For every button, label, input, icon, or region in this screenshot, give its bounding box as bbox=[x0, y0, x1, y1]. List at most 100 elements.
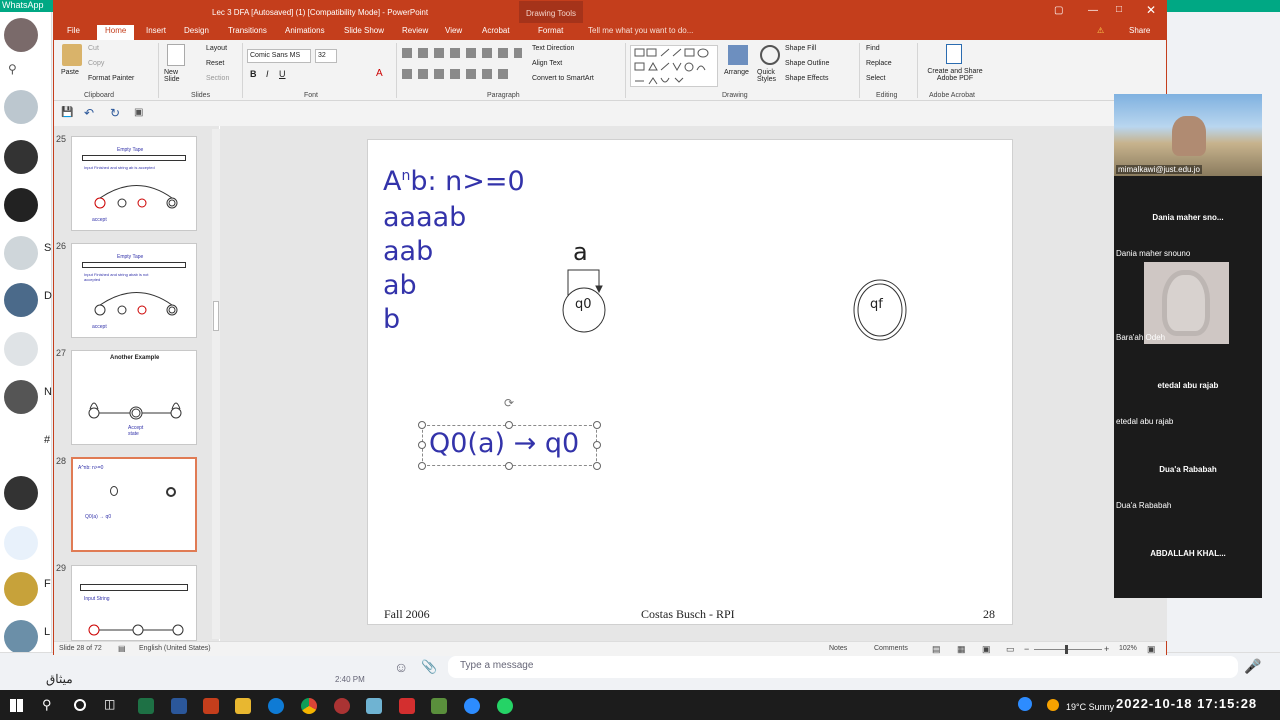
slide-thumbnail[interactable]: Empty Tape Input Finished and string aba… bbox=[71, 243, 197, 338]
slide[interactable]: Anb: n>=0 aaaab aab ab b a q0 qf ⟳ Q0(a)… bbox=[367, 139, 1013, 625]
app-icon[interactable] bbox=[334, 698, 350, 714]
zoom-icon[interactable] bbox=[464, 698, 480, 714]
share-button[interactable]: Share bbox=[1129, 26, 1150, 35]
resize-handle[interactable] bbox=[593, 421, 601, 429]
reading-view-icon[interactable]: ▣ bbox=[982, 644, 991, 655]
close-icon[interactable]: ✕ bbox=[1146, 3, 1156, 17]
shape-outline-button[interactable]: Shape Outline bbox=[785, 60, 829, 67]
copy-button[interactable]: Copy bbox=[88, 60, 104, 67]
slide-thumbnail-selected[interactable]: A^nb: n>=0 Q0(a) → q0 bbox=[71, 457, 197, 552]
tab-animations[interactable]: Animations bbox=[285, 26, 325, 35]
tab-format[interactable]: Format bbox=[538, 26, 563, 35]
scroll-thumb[interactable] bbox=[213, 301, 219, 331]
chat-avatar[interactable] bbox=[4, 620, 38, 654]
tab-design[interactable]: Design bbox=[184, 26, 209, 35]
thumbnail-scrollbar[interactable] bbox=[212, 129, 220, 639]
participant-photo[interactable] bbox=[1144, 262, 1229, 344]
app-icon[interactable] bbox=[366, 698, 382, 714]
paste-icon[interactable] bbox=[62, 44, 82, 66]
new-slide-button[interactable]: New Slide bbox=[164, 69, 192, 83]
whatsapp-icon[interactable] bbox=[497, 698, 513, 714]
pdf-icon[interactable] bbox=[946, 44, 962, 64]
tab-file[interactable]: File bbox=[67, 26, 80, 35]
chat-avatar[interactable] bbox=[4, 188, 38, 222]
powerpoint-icon[interactable] bbox=[203, 698, 219, 714]
underline-icon[interactable]: U bbox=[279, 69, 286, 79]
select-button[interactable]: Select bbox=[866, 75, 885, 82]
cortana-icon[interactable] bbox=[74, 699, 86, 711]
resize-handle[interactable] bbox=[505, 462, 513, 470]
bold-icon[interactable]: B bbox=[250, 69, 257, 79]
tab-insert[interactable]: Insert bbox=[146, 26, 166, 35]
find-button[interactable]: Find bbox=[866, 45, 880, 52]
zoom-slider[interactable] bbox=[1034, 649, 1102, 650]
maximize-icon[interactable]: □ bbox=[1116, 4, 1122, 15]
restore-ribbon-icon[interactable]: ▢ bbox=[1054, 5, 1063, 16]
slide-thumbnail[interactable]: Another Example Accept state bbox=[71, 350, 197, 445]
emoji-icon[interactable]: ☺ bbox=[394, 659, 408, 675]
resize-handle[interactable] bbox=[593, 462, 601, 470]
chat-avatar[interactable] bbox=[4, 140, 38, 174]
slide-thumbnails-pane[interactable]: 25 Empty Tape Input Finished and string … bbox=[54, 126, 219, 641]
acrobat-icon[interactable] bbox=[399, 698, 415, 714]
italic-icon[interactable]: I bbox=[266, 69, 269, 79]
spellcheck-icon[interactable]: ▤ bbox=[118, 644, 126, 653]
align-text-button[interactable]: Align Text bbox=[532, 60, 562, 67]
zoom-level[interactable]: 102% bbox=[1119, 645, 1137, 652]
paste-button[interactable]: Paste bbox=[61, 69, 79, 76]
layout-button[interactable]: Layout bbox=[206, 45, 227, 52]
chat-avatar[interactable] bbox=[4, 283, 38, 317]
font-color-icon[interactable]: A bbox=[376, 68, 383, 79]
shapes-gallery[interactable] bbox=[630, 45, 718, 87]
tab-view[interactable]: View bbox=[445, 26, 462, 35]
speaker-video[interactable]: mimalkawi@just.edu.jo bbox=[1114, 94, 1262, 176]
minimize-icon[interactable]: — bbox=[1088, 5, 1098, 16]
text-direction-button[interactable]: Text Direction bbox=[532, 45, 574, 52]
chat-avatar[interactable] bbox=[4, 380, 38, 414]
chat-avatar[interactable] bbox=[4, 18, 38, 52]
weather-text[interactable]: 19°C Sunny bbox=[1066, 702, 1114, 712]
chat-avatar[interactable] bbox=[4, 332, 38, 366]
quick-styles-icon[interactable] bbox=[760, 45, 780, 65]
tab-transitions[interactable]: Transitions bbox=[228, 26, 267, 35]
slideshow-view-icon[interactable]: ▭ bbox=[1006, 644, 1015, 655]
font-size-field[interactable]: 32 bbox=[315, 49, 337, 63]
save-icon[interactable]: 💾 bbox=[61, 107, 73, 118]
font-name-field[interactable]: Comic Sans MS bbox=[247, 49, 311, 63]
replace-button[interactable]: Replace bbox=[866, 60, 892, 67]
chat-avatar[interactable] bbox=[4, 476, 38, 510]
start-icon[interactable] bbox=[10, 699, 23, 712]
normal-view-icon[interactable]: ▤ bbox=[932, 644, 941, 655]
tab-review[interactable]: Review bbox=[402, 26, 428, 35]
rotate-handle-icon[interactable]: ⟳ bbox=[504, 396, 514, 410]
zoom-slider-thumb[interactable] bbox=[1065, 645, 1068, 654]
list-icons[interactable] bbox=[402, 48, 522, 58]
resize-handle[interactable] bbox=[418, 441, 426, 449]
align-icons[interactable] bbox=[402, 69, 512, 79]
chat-avatar[interactable] bbox=[4, 236, 38, 270]
edge-icon[interactable] bbox=[268, 698, 284, 714]
convert-smartart-button[interactable]: Convert to SmartArt bbox=[532, 75, 594, 82]
arrange-button[interactable]: Arrange bbox=[724, 69, 749, 76]
section-button[interactable]: Section bbox=[206, 75, 229, 82]
microphone-icon[interactable]: 🎤 bbox=[1244, 658, 1261, 675]
chat-avatar[interactable] bbox=[4, 526, 38, 560]
excel-icon[interactable] bbox=[138, 698, 154, 714]
search-icon[interactable]: ⚲ bbox=[42, 697, 52, 713]
word-icon[interactable] bbox=[171, 698, 187, 714]
task-view-icon[interactable]: ◫ bbox=[104, 697, 115, 711]
fit-to-window-icon[interactable]: ▣ bbox=[1147, 644, 1156, 655]
create-share-pdf-button[interactable]: Create and Share Adobe PDF bbox=[923, 68, 987, 82]
format-painter-button[interactable]: Format Painter bbox=[88, 75, 134, 82]
quick-styles-button[interactable]: Quick Styles bbox=[757, 69, 783, 83]
tab-home[interactable]: Home bbox=[97, 25, 135, 40]
shape-fill-button[interactable]: Shape Fill bbox=[785, 45, 816, 52]
chat-avatar[interactable] bbox=[4, 572, 38, 606]
warning-icon[interactable]: ⚠ bbox=[1097, 26, 1104, 35]
chat-avatar[interactable] bbox=[4, 90, 38, 124]
tab-acrobat[interactable]: Acrobat bbox=[482, 26, 510, 35]
app-icon[interactable] bbox=[431, 698, 447, 714]
cut-button[interactable]: Cut bbox=[88, 45, 99, 52]
arrange-icon[interactable] bbox=[728, 45, 748, 65]
slide-thumbnail[interactable]: Empty Tape Input Finished and string ab … bbox=[71, 136, 197, 231]
